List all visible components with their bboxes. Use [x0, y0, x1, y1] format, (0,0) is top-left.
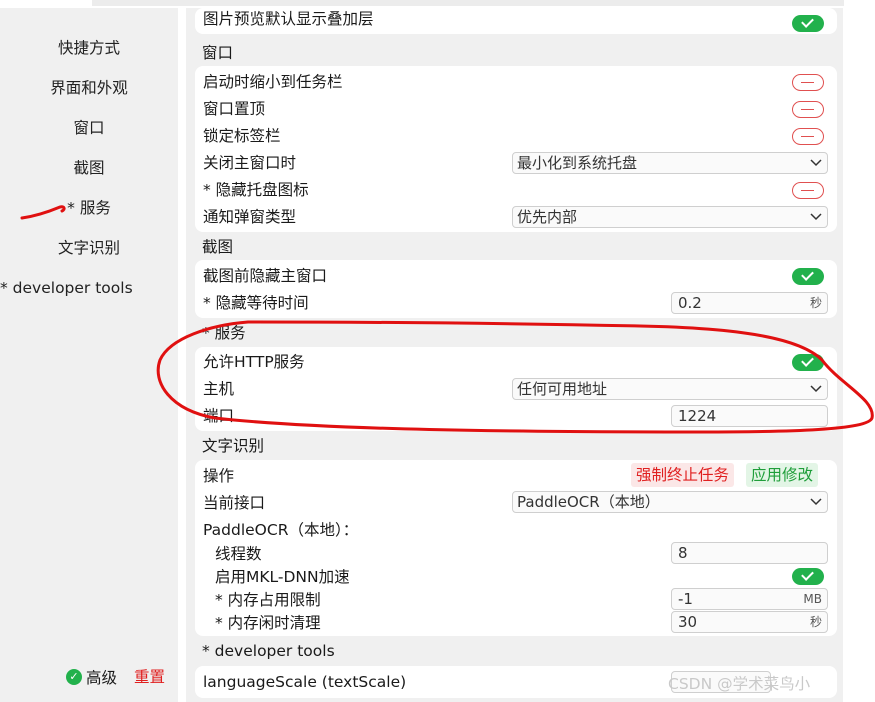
hide-wait-value: 0.2 — [678, 294, 702, 312]
host-value: 任何可用地址 — [517, 380, 608, 398]
threads-input[interactable]: 8 — [671, 542, 828, 564]
port-label: 端口 — [203, 407, 235, 425]
top-strip — [0, 0, 875, 8]
on-close-value: 最小化到系统托盘 — [517, 154, 638, 172]
chevron-down-icon — [810, 159, 822, 167]
minimize-to-tray-toggle[interactable] — [792, 74, 824, 91]
paddle-header: PaddleOCR（本地）： — [203, 521, 359, 539]
lock-tabs-toggle[interactable] — [792, 128, 824, 145]
host-label: 主机 — [203, 380, 235, 398]
threads-value: 8 — [678, 544, 688, 562]
ocr-engine-label: 当前接口 — [203, 494, 266, 512]
notify-type-select[interactable]: 优先内部 — [512, 206, 828, 228]
hide-tray-label: * 隐藏托盘图标 — [203, 181, 309, 199]
hide-wait-input[interactable]: 0.2 秒 — [671, 292, 828, 314]
always-on-top-toggle[interactable] — [792, 101, 824, 118]
ocr-engine-value: PaddleOCR（本地） — [517, 493, 660, 511]
sidebar-item-ocr[interactable]: 文字识别 — [0, 233, 178, 263]
section-title-service: * 服务 — [202, 324, 246, 342]
sidebar-item-appearance[interactable]: 界面和外观 — [0, 73, 178, 103]
idle-clean-label: * 内存闲时清理 — [215, 614, 321, 632]
ocr-ops-label: 操作 — [203, 467, 235, 485]
sidebar-item-screenshot[interactable]: 截图 — [0, 153, 178, 183]
preview-overlay-label: 图片预览默认显示叠加层 — [203, 10, 374, 28]
section-title-developer-tools: * developer tools — [202, 642, 335, 660]
mem-limit-unit: MB — [803, 592, 822, 606]
sidebar: 快捷方式 界面和外观 窗口 截图 * 服务 文字识别 * developer t… — [0, 8, 178, 702]
idle-clean-input[interactable]: 30 秒 — [671, 611, 828, 633]
scrollbar-area[interactable] — [843, 8, 875, 702]
mem-limit-input[interactable]: -1 MB — [671, 588, 828, 610]
mkldnn-toggle[interactable] — [792, 568, 824, 585]
hide-wait-unit: 秒 — [809, 296, 822, 310]
preview-overlay-toggle[interactable] — [792, 15, 824, 32]
minimize-to-tray-label: 启动时缩小到任务栏 — [203, 73, 343, 91]
sidebar-item-service[interactable]: * 服务 — [0, 193, 178, 223]
hide-wait-label: * 隐藏等待时间 — [203, 294, 309, 312]
chevron-down-icon — [810, 213, 822, 221]
on-close-label: 关闭主窗口时 — [203, 154, 297, 172]
on-close-select[interactable]: 最小化到系统托盘 — [512, 152, 828, 174]
section-title-window: 窗口 — [202, 44, 234, 62]
check-circle-icon: ✓ — [66, 669, 82, 685]
advanced-label: 高级 — [86, 669, 118, 687]
sidebar-item-developer-tools[interactable]: * developer tools — [0, 273, 178, 303]
ocr-engine-select[interactable]: PaddleOCR（本地） — [512, 491, 828, 513]
allow-http-toggle[interactable] — [792, 354, 824, 371]
hide-before-label: 截图前隐藏主窗口 — [203, 267, 328, 285]
mem-limit-value: -1 — [678, 590, 693, 608]
top-tab-edge — [92, 0, 844, 6]
port-value: 1224 — [678, 407, 717, 425]
lock-tabs-label: 锁定标签栏 — [203, 127, 281, 145]
card-preview: 图片预览默认显示叠加层 — [195, 8, 837, 34]
watermark: CSDN @学术菜鸟小 — [668, 675, 811, 693]
allow-http-label: 允许HTTP服务 — [203, 353, 305, 371]
notify-type-label: 通知弹窗类型 — [203, 208, 297, 226]
chevron-down-icon — [810, 385, 822, 393]
reset-button[interactable]: 重置 — [134, 665, 165, 689]
always-on-top-label: 窗口置顶 — [203, 100, 266, 118]
chevron-down-icon — [810, 498, 822, 506]
force-stop-button[interactable]: 强制终止任务 — [631, 463, 735, 487]
section-title-screenshot: 截图 — [202, 238, 234, 256]
sidebar-item-shortcuts[interactable]: 快捷方式 — [0, 33, 178, 63]
advanced-toggle[interactable]: ✓ 高级 — [66, 665, 117, 689]
idle-clean-unit: 秒 — [809, 615, 822, 629]
idle-clean-value: 30 — [678, 613, 698, 631]
apply-changes-button[interactable]: 应用修改 — [746, 463, 819, 487]
notify-type-value: 优先内部 — [517, 208, 578, 226]
sidebar-item-window[interactable]: 窗口 — [0, 113, 178, 143]
port-input[interactable]: 1224 — [671, 405, 828, 427]
hide-tray-toggle[interactable] — [792, 182, 824, 199]
hide-before-toggle[interactable] — [792, 268, 824, 285]
language-scale-label: languageScale (textScale) — [203, 673, 407, 691]
section-title-ocr: 文字识别 — [202, 437, 265, 455]
host-select[interactable]: 任何可用地址 — [512, 378, 828, 400]
